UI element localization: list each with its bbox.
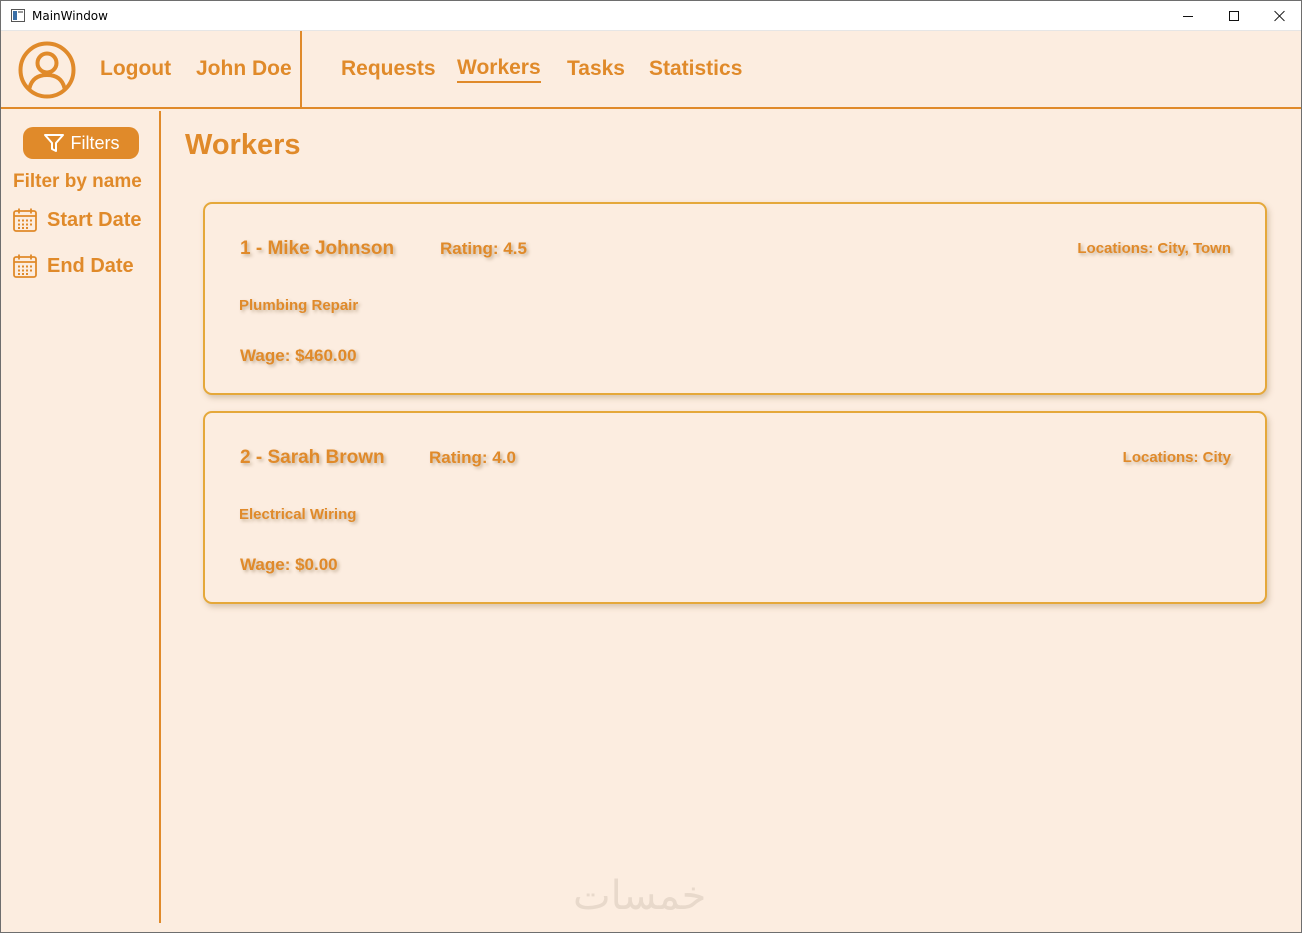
main-window: MainWindow Logout John Doe Requests Work… xyxy=(0,0,1302,933)
window-title: MainWindow xyxy=(32,9,108,23)
start-date-label: Start Date xyxy=(47,208,142,231)
close-icon xyxy=(1274,10,1286,22)
maximize-button[interactable] xyxy=(1211,1,1257,31)
minimize-button[interactable] xyxy=(1165,1,1211,31)
worker-card[interactable]: 2 - Sarah Brown Rating: 4.0 Locations: C… xyxy=(203,411,1267,604)
app-icon xyxy=(11,9,25,22)
filters-label: Filters xyxy=(70,132,120,153)
nav-tab-tasks[interactable]: Tasks xyxy=(567,57,625,81)
worker-service: Electrical Wiring xyxy=(239,506,357,523)
header-divider xyxy=(300,31,302,109)
nav-tab-requests[interactable]: Requests xyxy=(341,57,436,81)
worker-wage: Wage: $0.00 xyxy=(240,555,338,574)
worker-name: 2 - Sarah Brown xyxy=(240,447,385,468)
worker-name: 1 - Mike Johnson xyxy=(240,238,395,259)
worker-locations: Locations: City xyxy=(1122,449,1231,466)
watermark: خمسات xyxy=(573,873,707,919)
title-bar: MainWindow xyxy=(1,1,1301,31)
nav-tab-statistics[interactable]: Statistics xyxy=(649,57,742,81)
filter-sidebar: Filters Filter by name Start Date End Da… xyxy=(1,111,161,923)
logout-link[interactable]: Logout xyxy=(100,57,171,81)
page-title: Workers xyxy=(185,129,301,161)
user-circle-icon[interactable] xyxy=(17,40,77,100)
worker-rating: Rating: 4.5 xyxy=(440,239,527,258)
maximize-icon xyxy=(1229,11,1239,21)
end-date-label: End Date xyxy=(47,254,134,277)
user-name: John Doe xyxy=(196,57,292,80)
close-button[interactable] xyxy=(1257,1,1302,31)
end-date-picker[interactable]: End Date xyxy=(12,253,134,279)
worker-rating: Rating: 4.0 xyxy=(429,448,516,467)
filters-button[interactable]: Filters xyxy=(23,127,139,159)
minimize-icon xyxy=(1183,15,1193,17)
nav-tab-workers[interactable]: Workers xyxy=(457,56,541,83)
filter-by-name-field[interactable]: Filter by name xyxy=(13,171,142,193)
funnel-icon xyxy=(43,134,64,152)
start-date-picker[interactable]: Start Date xyxy=(12,207,141,233)
calendar-icon xyxy=(13,208,37,232)
worker-locations: Locations: City, Town xyxy=(1077,240,1231,257)
calendar-icon xyxy=(13,254,37,278)
worker-service: Plumbing Repair xyxy=(239,297,359,314)
worker-wage: Wage: $460.00 xyxy=(240,346,357,365)
app-header: Logout John Doe Requests Workers Tasks S… xyxy=(1,31,1301,109)
worker-card[interactable]: 1 - Mike Johnson Rating: 4.5 Locations: … xyxy=(203,202,1267,395)
